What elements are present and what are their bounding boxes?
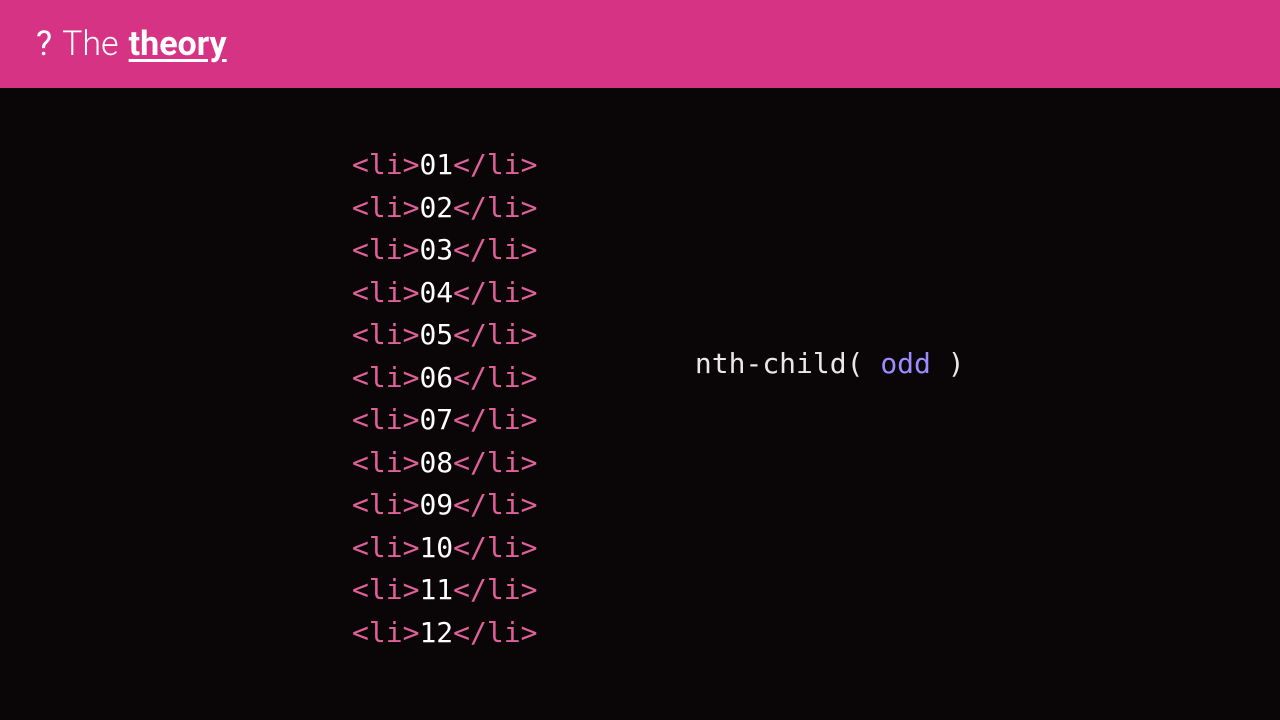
list-value: 10 xyxy=(419,531,453,564)
list-value: 05 xyxy=(419,318,453,351)
list-value: 03 xyxy=(419,233,453,266)
open-tag: <li> xyxy=(352,191,419,224)
close-tag: </li> xyxy=(453,276,537,309)
code-line: <li>04</li> xyxy=(352,272,537,315)
selector-expression: nth-child( odd ) xyxy=(627,144,964,655)
open-tag: <li> xyxy=(352,276,419,309)
code-line: <li>11</li> xyxy=(352,569,537,612)
code-line: <li>01</li> xyxy=(352,144,537,187)
open-tag: <li> xyxy=(352,573,419,606)
close-tag: </li> xyxy=(453,191,537,224)
list-value: 07 xyxy=(419,403,453,436)
code-line: <li>03</li> xyxy=(352,229,537,272)
selector-prefix: nth-child( xyxy=(695,347,880,380)
close-tag: </li> xyxy=(453,616,537,649)
close-tag: </li> xyxy=(453,233,537,266)
header-prefix: ? xyxy=(36,24,52,64)
close-tag: </li> xyxy=(453,573,537,606)
open-tag: <li> xyxy=(352,233,419,266)
code-line: <li>12</li> xyxy=(352,612,537,655)
close-tag: </li> xyxy=(453,446,537,479)
open-tag: <li> xyxy=(352,446,419,479)
code-line: <li>08</li> xyxy=(352,442,537,485)
list-value: 04 xyxy=(419,276,453,309)
close-tag: </li> xyxy=(453,403,537,436)
open-tag: <li> xyxy=(352,488,419,521)
close-tag: </li> xyxy=(453,318,537,351)
list-value: 11 xyxy=(419,573,453,606)
code-line: <li>10</li> xyxy=(352,527,537,570)
code-line: <li>05</li> xyxy=(352,314,537,357)
open-tag: <li> xyxy=(352,616,419,649)
close-tag: </li> xyxy=(453,531,537,564)
code-line: <li>02</li> xyxy=(352,187,537,230)
list-value: 01 xyxy=(419,148,453,181)
open-tag: <li> xyxy=(352,531,419,564)
list-value: 06 xyxy=(419,361,453,394)
code-line: <li>07</li> xyxy=(352,399,537,442)
close-tag: </li> xyxy=(453,148,537,181)
open-tag: <li> xyxy=(352,318,419,351)
list-value: 02 xyxy=(419,191,453,224)
selector-suffix: ) xyxy=(931,347,965,380)
code-list: <li>01</li><li>02</li><li>03</li><li>04<… xyxy=(352,144,537,655)
open-tag: <li> xyxy=(352,148,419,181)
close-tag: </li> xyxy=(453,488,537,521)
list-value: 08 xyxy=(419,446,453,479)
header-word-the: The xyxy=(62,24,119,64)
slide-header: ? The theory xyxy=(0,0,1280,88)
slide-content: <li>01</li><li>02</li><li>03</li><li>04<… xyxy=(0,88,1280,655)
selector-keyword: odd xyxy=(880,347,931,380)
open-tag: <li> xyxy=(352,403,419,436)
code-line: <li>09</li> xyxy=(352,484,537,527)
close-tag: </li> xyxy=(453,361,537,394)
open-tag: <li> xyxy=(352,361,419,394)
list-value: 09 xyxy=(419,488,453,521)
header-word-theory: theory xyxy=(129,24,227,64)
list-value: 12 xyxy=(419,616,453,649)
code-line: <li>06</li> xyxy=(352,357,537,400)
